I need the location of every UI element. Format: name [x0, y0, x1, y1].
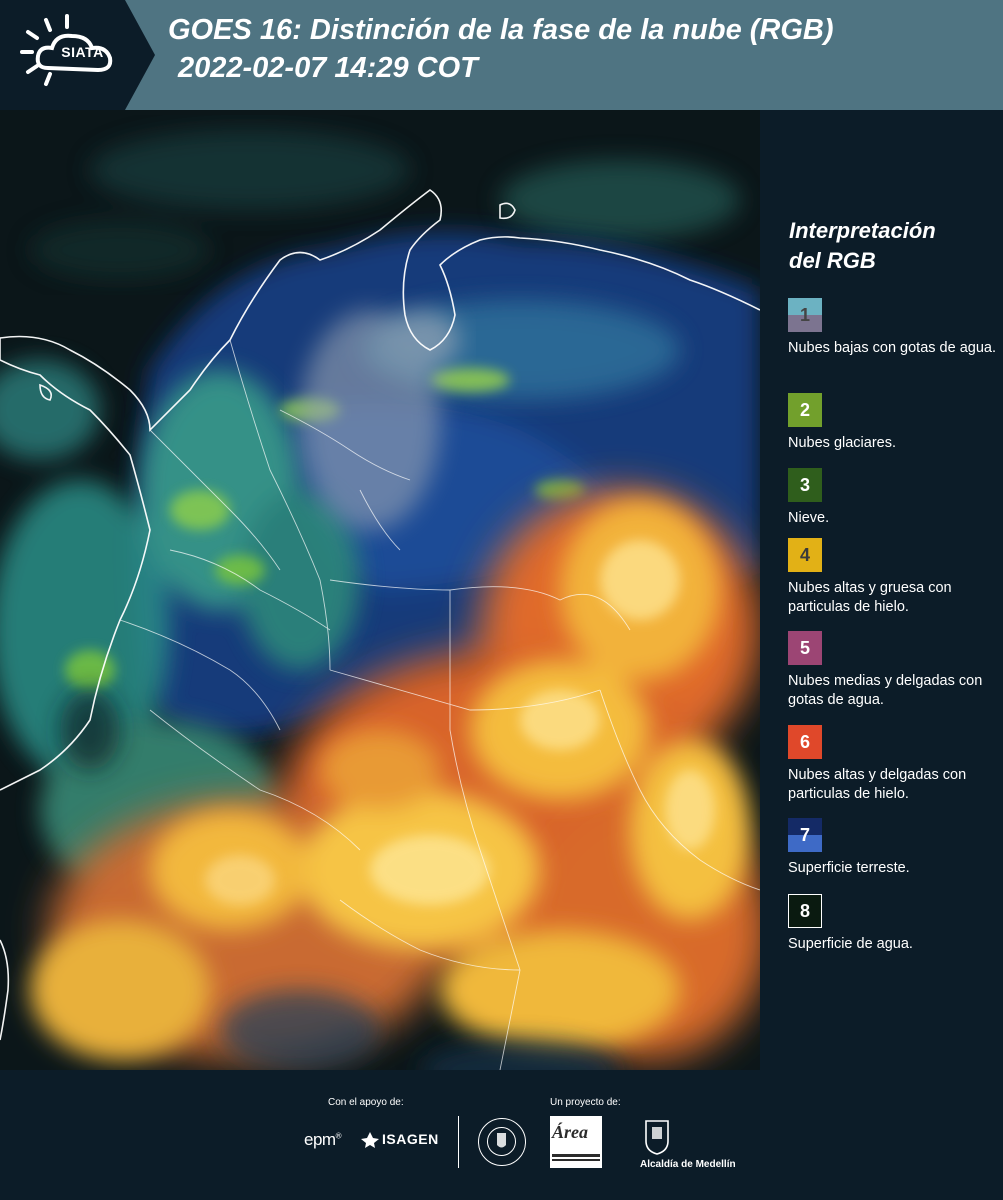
legend-item-label: Superficie de agua.: [788, 936, 913, 952]
header-bar: SIATA GOES 16: Distinción de la fase de …: [0, 0, 1003, 110]
legend-swatch: 6: [788, 725, 822, 759]
legend-item-label: Nieve.: [788, 510, 830, 526]
legend-swatch: 3: [788, 468, 822, 502]
epm-logo-text: epm: [304, 1130, 336, 1149]
legend-swatch: 5: [788, 631, 822, 665]
footer-divider: [458, 1116, 459, 1168]
isagen-logo: ISAGEN: [382, 1131, 439, 1147]
legend-swatch-number: 1: [799, 304, 810, 325]
legend-item-label: Nubes bajas con gotas de agua.: [788, 340, 996, 356]
legend-item-label: Nubes altas y gruesa con particulas de h…: [788, 580, 952, 615]
legend-swatch: 8: [788, 894, 822, 928]
legend-swatch-number: 7: [799, 824, 810, 845]
page-timestamp: 2022-02-07 14:29 COT: [178, 52, 478, 84]
legend-item: 5 Nubes medias y delgadas con gotas de a…: [788, 631, 1000, 710]
satellite-image: [0, 110, 760, 1070]
page-title: GOES 16: Distinción de la fase de la nub…: [168, 14, 834, 46]
legend-swatch-number: 2: [799, 399, 810, 420]
legend-item-label: Nubes medias y delgadas con gotas de agu…: [788, 673, 983, 708]
legend-title-line1: Interpretación: [789, 218, 936, 243]
legend-item-label: Superficie terreste.: [788, 860, 910, 876]
legend-item: 2 Nubes glaciares.: [788, 393, 1000, 453]
legend-swatch-number: 3: [799, 474, 810, 495]
legend-item: 3 Nieve.: [788, 468, 1000, 528]
satellite-map: [0, 110, 760, 1070]
siata-logo-text: SIATA: [61, 44, 104, 60]
legend-item: 1 Nubes bajas con gotas de agua.: [788, 298, 1000, 358]
legend-item: 4 Nubes altas y gruesa con particulas de…: [788, 538, 1000, 617]
legend-swatch: 4: [788, 538, 822, 572]
epm-logo: epm®: [304, 1130, 342, 1149]
alcaldia-logo-text: Alcaldía de Medellín: [640, 1159, 736, 1170]
support-label: Con el apoyo de:: [328, 1097, 404, 1108]
legend-item: 7 Superficie terreste.: [788, 818, 1000, 878]
legend-swatch: 7: [788, 818, 822, 852]
legend-swatch-number: 4: [799, 544, 810, 565]
legend-panel: Interpretación del RGB 1 Nubes bajas con…: [760, 110, 1003, 1070]
legend-title: Interpretación del RGB: [789, 216, 999, 276]
legend-item-label: Nubes altas y delgadas con particulas de…: [788, 767, 967, 802]
alcaldia-shield-icon: [645, 1120, 669, 1155]
footer: Con el apoyo de: Un proyecto de: epm® IS…: [0, 1070, 1003, 1200]
legend-swatch: 1: [788, 298, 822, 332]
medellin-seal-icon: [478, 1118, 526, 1166]
legend-swatch-number: 5: [799, 637, 810, 658]
legend-item: 8 Superficie de agua.: [788, 894, 1000, 954]
legend-item-label: Nubes glaciares.: [788, 435, 896, 451]
legend-item: 6 Nubes altas y delgadas con particulas …: [788, 725, 1000, 804]
legend-swatch-number: 8: [799, 900, 810, 921]
legend-swatch-number: 6: [799, 731, 810, 752]
isagen-icon: [361, 1132, 379, 1148]
project-label: Un proyecto de:: [550, 1097, 621, 1108]
siata-logo: SIATA: [0, 0, 155, 110]
legend-title-line2: del RGB: [789, 248, 876, 273]
area-logo-text: Área: [552, 1122, 588, 1142]
legend-swatch: 2: [788, 393, 822, 427]
seal-graphic: [487, 1127, 516, 1156]
